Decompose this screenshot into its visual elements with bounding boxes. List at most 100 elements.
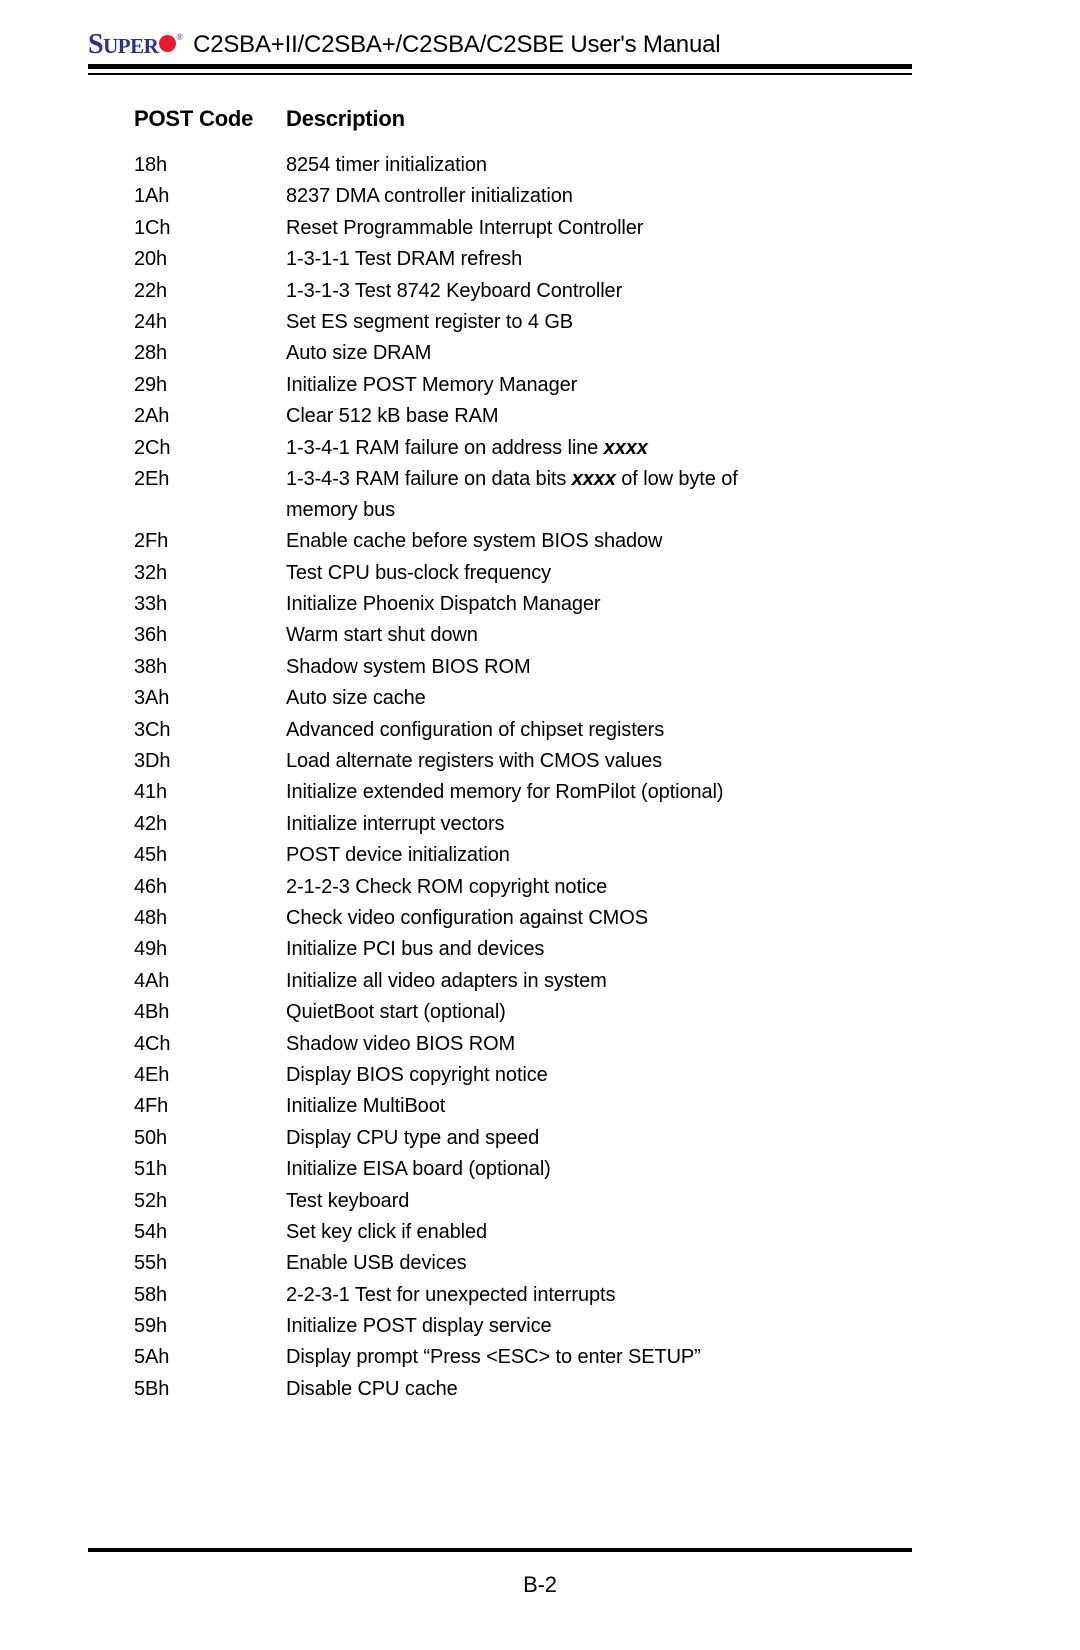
post-code-cell: 2Ch — [134, 436, 171, 459]
description-cell-wrapper: Initialize POST Memory Manager — [286, 374, 577, 396]
description-cell-wrapper: Initialize EISA board (optional) — [286, 1158, 551, 1180]
description-cell: 2-1-2-3 Check ROM copyright notice — [286, 875, 608, 898]
table-row: 50h Display CPU type and speed — [134, 1127, 914, 1149]
table-row: 59h Initialize POST display service — [134, 1315, 914, 1337]
description-cell: Display CPU type and speed — [286, 1126, 540, 1149]
post-code-cell: 4Ch — [134, 1032, 171, 1055]
table-row: 49h Initialize PCI bus and devices — [134, 938, 914, 960]
post-code-cell: 4Bh — [134, 1001, 170, 1024]
post-code-cell: 46h — [134, 875, 168, 898]
description-cell: Advanced configuration of chipset regist… — [286, 718, 665, 741]
post-code-cell: 4Ah — [134, 969, 170, 992]
description-cell: 8237 DMA controller initialization — [286, 185, 573, 208]
description-cell-wrapper: Display CPU type and speed — [286, 1127, 539, 1149]
description-cell: Initialize POST display service — [286, 1315, 552, 1338]
description-cell: Load alternate registers with CMOS value… — [286, 750, 663, 773]
description-cell-wrapper: Shadow system BIOS ROM — [286, 656, 531, 678]
table-row: 20h 1-3-1-1 Test DRAM refresh — [134, 248, 914, 270]
post-code-cell: 41h — [134, 781, 168, 804]
description-cell: Display BIOS copyright notice — [286, 1063, 548, 1086]
table-row: 42h Initialize interrupt vectors — [134, 813, 914, 835]
table-row: 2Ch 1-3-4-1 RAM failure on address line x… — [134, 437, 914, 459]
variable-placeholder: xxxx — [571, 467, 616, 490]
description-cell: Shadow system BIOS ROM — [286, 655, 531, 678]
post-code-cell: 24h — [134, 310, 168, 333]
description-cell-wrapper: Test keyboard — [286, 1190, 409, 1212]
post-code-cell: 52h — [134, 1189, 168, 1212]
description-cell-wrapper: Warm start shut down — [286, 624, 478, 646]
post-code-cell: 2Eh — [134, 467, 170, 490]
post-code-cell: 48h — [134, 906, 168, 929]
description-cell-wrapper: 2-2-3-1 Test for unexpected interrupts — [286, 1284, 615, 1306]
table-row: 33h Initialize Phoenix Dispatch Manager — [134, 593, 914, 615]
description-cell-wrapper: Clear 512 kB base RAM — [286, 405, 499, 428]
description-cell-wrapper: Auto size cache — [286, 687, 426, 709]
description-cell: Initialize POST Memory Manager — [286, 373, 578, 396]
table-row: 2Ah Clear 512 kB base RAM — [134, 405, 914, 427]
description-cell: 8254 timer initialization — [286, 154, 487, 176]
description-cell: QuietBoot start (optional) — [286, 1001, 506, 1024]
table-row: 18h 8254 timer initialization — [134, 154, 914, 176]
table-row: 29h Initialize POST Memory Manager — [134, 374, 914, 396]
post-code-cell: 1Ch — [134, 216, 171, 239]
table-row: 5Ah Display prompt “Press <ESC> to enter … — [134, 1346, 914, 1368]
post-code-cell: 55h — [134, 1252, 168, 1275]
description-cell-wrapper: Enable cache before system BIOS shadow — [286, 530, 663, 552]
description-cell: 1-3-4-1 RAM failure on address line xxxx — [286, 436, 648, 459]
description-cell: Warm start shut down — [286, 624, 478, 647]
table-row: 5Bh Disable CPU cache — [134, 1378, 914, 1400]
table-row: 55h Enable USB devices — [134, 1252, 914, 1274]
column-header-description: Description — [286, 106, 405, 131]
header-divider-thin — [88, 73, 912, 75]
table-row: 32h Test CPU bus-clock frequency — [134, 562, 914, 584]
description-cell: Initialize Phoenix Dispatch Manager — [286, 593, 601, 616]
description-cell-wrapper: 1-3-1-1 Test DRAM refresh — [286, 248, 522, 270]
description-cell-wrapper: Initialize MultiBoot — [286, 1095, 445, 1117]
logo-red-dot-icon — [159, 35, 177, 52]
header-divider — [88, 64, 912, 76]
post-code-cell: 58h — [134, 1283, 168, 1306]
description-cell: Initialize interrupt vectors — [286, 812, 505, 835]
description-cell: Initialize extended memory for RomPilot … — [286, 781, 724, 804]
table-row: 3Ch Advanced configuration of chipset reg… — [134, 719, 914, 741]
description-cell: Clear 512 kB base RAM — [286, 405, 499, 428]
description-cell-wrapper: 8237 DMA controller initialization — [286, 185, 573, 207]
post-code-cell: 18h — [134, 154, 168, 176]
description-cell: Check video configuration against CMOS — [286, 906, 648, 929]
table-row: 38h Shadow system BIOS ROM — [134, 656, 914, 678]
post-code-cell: 50h — [134, 1126, 168, 1149]
table-row: 52h Test keyboard — [134, 1190, 914, 1212]
description-cell-wrapper: 8254 timer initialization — [286, 154, 487, 176]
description-cell-wrapper: Test CPU bus-clock frequency — [286, 562, 551, 584]
description-cell: Disable CPU cache — [286, 1377, 458, 1400]
post-code-cell: 4Eh — [134, 1063, 170, 1086]
description-cell: 1-3-1-1 Test DRAM refresh — [286, 248, 523, 271]
column-header-post-code: POST Code — [134, 106, 254, 131]
table-row: 58h 2-2-3-1 Test for unexpected interrupt… — [134, 1284, 914, 1306]
description-cell: Enable USB devices — [286, 1252, 467, 1275]
logo-trademark-icon: ® — [176, 32, 184, 42]
post-code-cell: 29h — [134, 373, 168, 396]
table-body: 18h 8254 timer initialization 1Ah 8237 DMA … — [134, 154, 914, 1400]
description-cell: Test CPU bus-clock frequency — [286, 561, 552, 584]
description-cell: Initialize PCI bus and devices — [286, 938, 545, 961]
supermicro-logo: SUPER ® — [88, 31, 183, 59]
description-cell: Auto size cache — [286, 687, 426, 710]
description-cell-wrapper: Load alternate registers with CMOS value… — [286, 750, 662, 772]
post-code-cell: 22h — [134, 279, 168, 302]
table-row: 3Dh Load alternate registers with CMOS va… — [134, 750, 914, 772]
description-cell-wrapper: Shadow video BIOS ROM — [286, 1033, 515, 1055]
description-cell-wrapper: Check video configuration against CMOS — [286, 907, 648, 929]
description-cell: Initialize all video adapters in system — [286, 969, 607, 992]
table-row: 46h 2-1-2-3 Check ROM copyright notice — [134, 876, 914, 898]
description-cell-wrapper: Reset Programmable Interrupt Controller — [286, 217, 643, 239]
description-cell-wrapper: Enable USB devices — [286, 1252, 467, 1274]
post-code-cell: 54h — [134, 1220, 168, 1243]
post-code-table: POST Code Description 18h 8254 timer init… — [134, 106, 914, 1409]
post-code-cell: 28h — [134, 342, 168, 365]
post-code-cell: 51h — [134, 1158, 168, 1181]
table-row: 3Ah Auto size cache — [134, 687, 914, 709]
description-cell-wrapper: Initialize extended memory for RomPilot … — [286, 781, 724, 804]
post-code-cell: 2Ah — [134, 405, 170, 428]
description-cell-wrapper: Initialize PCI bus and devices — [286, 938, 544, 960]
